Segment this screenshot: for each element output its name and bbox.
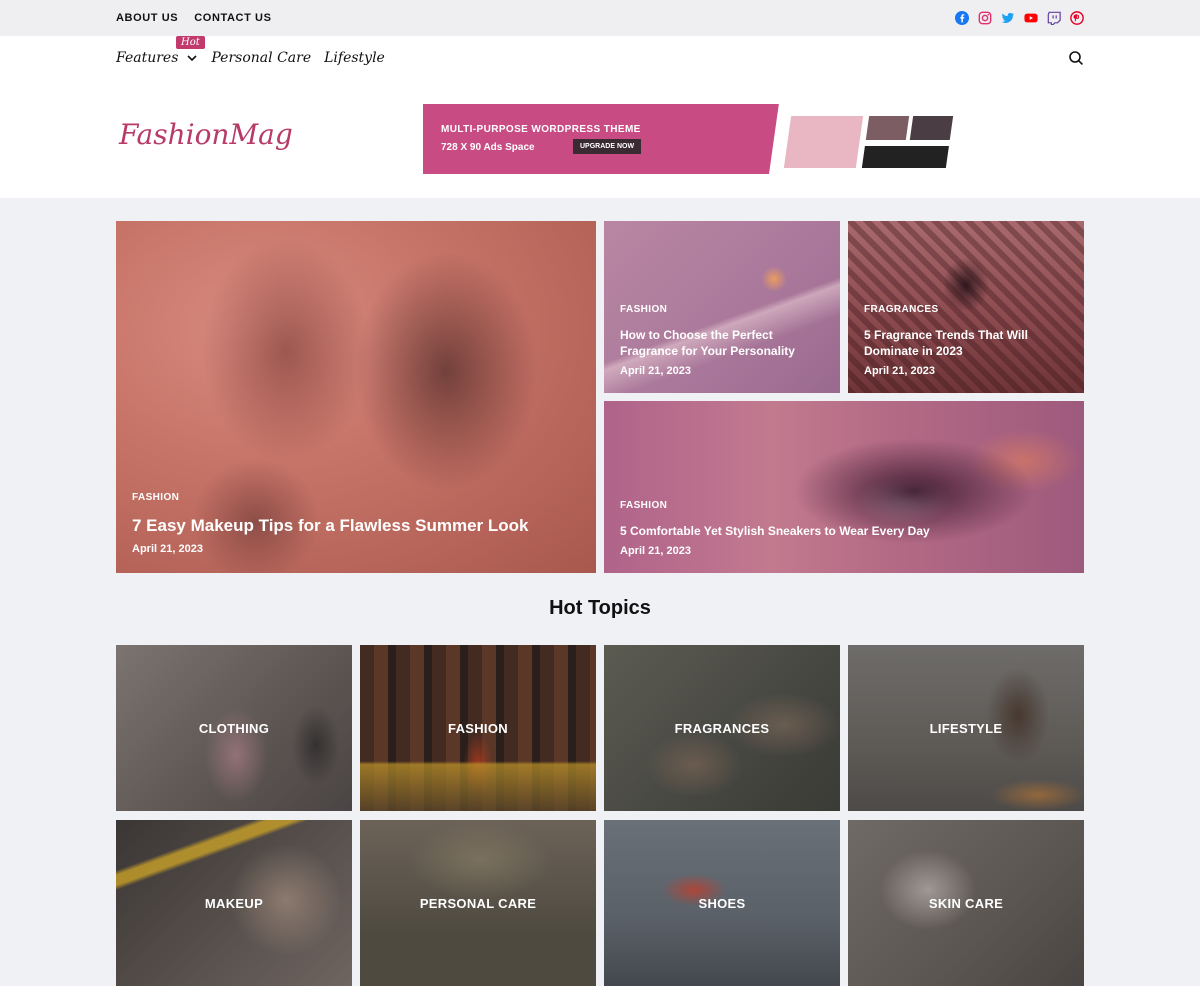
topic-label: FRAGRANCES bbox=[674, 720, 770, 736]
post-category[interactable]: FASHION bbox=[620, 500, 930, 511]
featured-card-main[interactable]: FASHION 7 Easy Makeup Tips for a Flawles… bbox=[116, 221, 596, 573]
post-category[interactable]: FRAGRANCES bbox=[864, 304, 1064, 315]
hot-topics-heading: Hot Topics bbox=[549, 597, 651, 619]
facebook-icon[interactable] bbox=[955, 11, 969, 25]
topic-label: SKIN CARE bbox=[928, 895, 1004, 911]
twitch-icon[interactable] bbox=[1047, 11, 1061, 26]
primary-nav: Features Hot Personal Care Lifestyle bbox=[0, 36, 1200, 80]
featured-posts: FASHION 7 Easy Makeup Tips for a Flawles… bbox=[116, 221, 1084, 573]
contact-us-link[interactable]: CONTACT US bbox=[194, 12, 271, 24]
youtube-icon[interactable] bbox=[1024, 11, 1038, 25]
post-date: April 21, 2023 bbox=[620, 545, 691, 557]
topic-clothing[interactable]: CLOTHING bbox=[116, 645, 352, 811]
post-title[interactable]: How to Choose the Perfect Fragrance for … bbox=[620, 327, 820, 359]
topic-label: CLOTHING bbox=[198, 720, 270, 736]
pinterest-icon[interactable] bbox=[1070, 11, 1084, 25]
post-title[interactable]: 5 Comfortable Yet Stylish Sneakers to We… bbox=[620, 523, 930, 539]
topic-fragrances[interactable]: FRAGRANCES bbox=[604, 645, 840, 811]
post-title[interactable]: 5 Fragrance Trends That Will Dominate in… bbox=[864, 327, 1064, 359]
post-date: April 21, 2023 bbox=[620, 365, 691, 377]
topic-label: SHOES bbox=[698, 895, 746, 911]
ad-line-1: MULTI-PURPOSE WORDPRESS THEME bbox=[441, 124, 641, 135]
featured-card-4[interactable]: FASHION 5 Comfortable Yet Stylish Sneake… bbox=[604, 401, 1084, 573]
topic-shoes[interactable]: SHOES bbox=[604, 820, 840, 986]
ad-theme-preview bbox=[769, 104, 991, 174]
upgrade-now-button[interactable]: UPGRADE NOW bbox=[573, 139, 642, 154]
topic-fashion[interactable]: FASHION bbox=[360, 645, 596, 811]
nav-item-features[interactable]: Features Hot bbox=[116, 36, 205, 66]
post-category[interactable]: FASHION bbox=[620, 304, 820, 315]
top-links: ABOUT US CONTACT US bbox=[116, 12, 272, 24]
site-header: Features Hot Personal Care Lifestyle Fas… bbox=[0, 36, 1200, 198]
about-us-link[interactable]: ABOUT US bbox=[116, 12, 178, 24]
post-date: April 21, 2023 bbox=[864, 365, 935, 377]
topic-label: FASHION bbox=[448, 720, 508, 736]
featured-card-2[interactable]: FASHION How to Choose the Perfect Fragra… bbox=[604, 221, 840, 393]
instagram-icon[interactable] bbox=[978, 11, 992, 25]
ad-line-2: 728 X 90 Ads Space bbox=[441, 142, 535, 153]
nav-item-personal-care[interactable]: Personal Care bbox=[211, 50, 311, 66]
topic-lifestyle[interactable]: LIFESTYLE bbox=[848, 645, 1084, 811]
topic-label: MAKEUP bbox=[204, 895, 264, 911]
top-bar: ABOUT US CONTACT US bbox=[0, 0, 1200, 36]
nav-item-lifestyle[interactable]: Lifestyle bbox=[324, 50, 385, 66]
topic-skin-care[interactable]: SKIN CARE bbox=[848, 820, 1084, 986]
post-category[interactable]: FASHION bbox=[132, 492, 529, 503]
nav-item-label: Features bbox=[116, 50, 179, 66]
twitter-icon[interactable] bbox=[1001, 11, 1015, 25]
chevron-down-icon[interactable] bbox=[186, 52, 198, 64]
post-title[interactable]: 7 Easy Makeup Tips for a Flawless Summer… bbox=[132, 515, 529, 537]
post-date: April 21, 2023 bbox=[132, 543, 203, 555]
topic-label: PERSONAL CARE bbox=[419, 895, 537, 911]
search-icon[interactable] bbox=[1068, 50, 1084, 66]
site-logo[interactable]: FashionMag bbox=[119, 118, 293, 151]
topic-personal-care[interactable]: PERSONAL CARE bbox=[360, 820, 596, 986]
hot-badge: Hot bbox=[176, 36, 205, 49]
topic-makeup[interactable]: MAKEUP bbox=[116, 820, 352, 986]
featured-card-3[interactable]: FRAGRANCES 5 Fragrance Trends That Will … bbox=[848, 221, 1084, 393]
ad-banner[interactable]: MULTI-PURPOSE WORDPRESS THEME 728 X 90 A… bbox=[423, 104, 991, 174]
social-icons bbox=[955, 11, 1084, 26]
topic-label: LIFESTYLE bbox=[929, 720, 1003, 736]
